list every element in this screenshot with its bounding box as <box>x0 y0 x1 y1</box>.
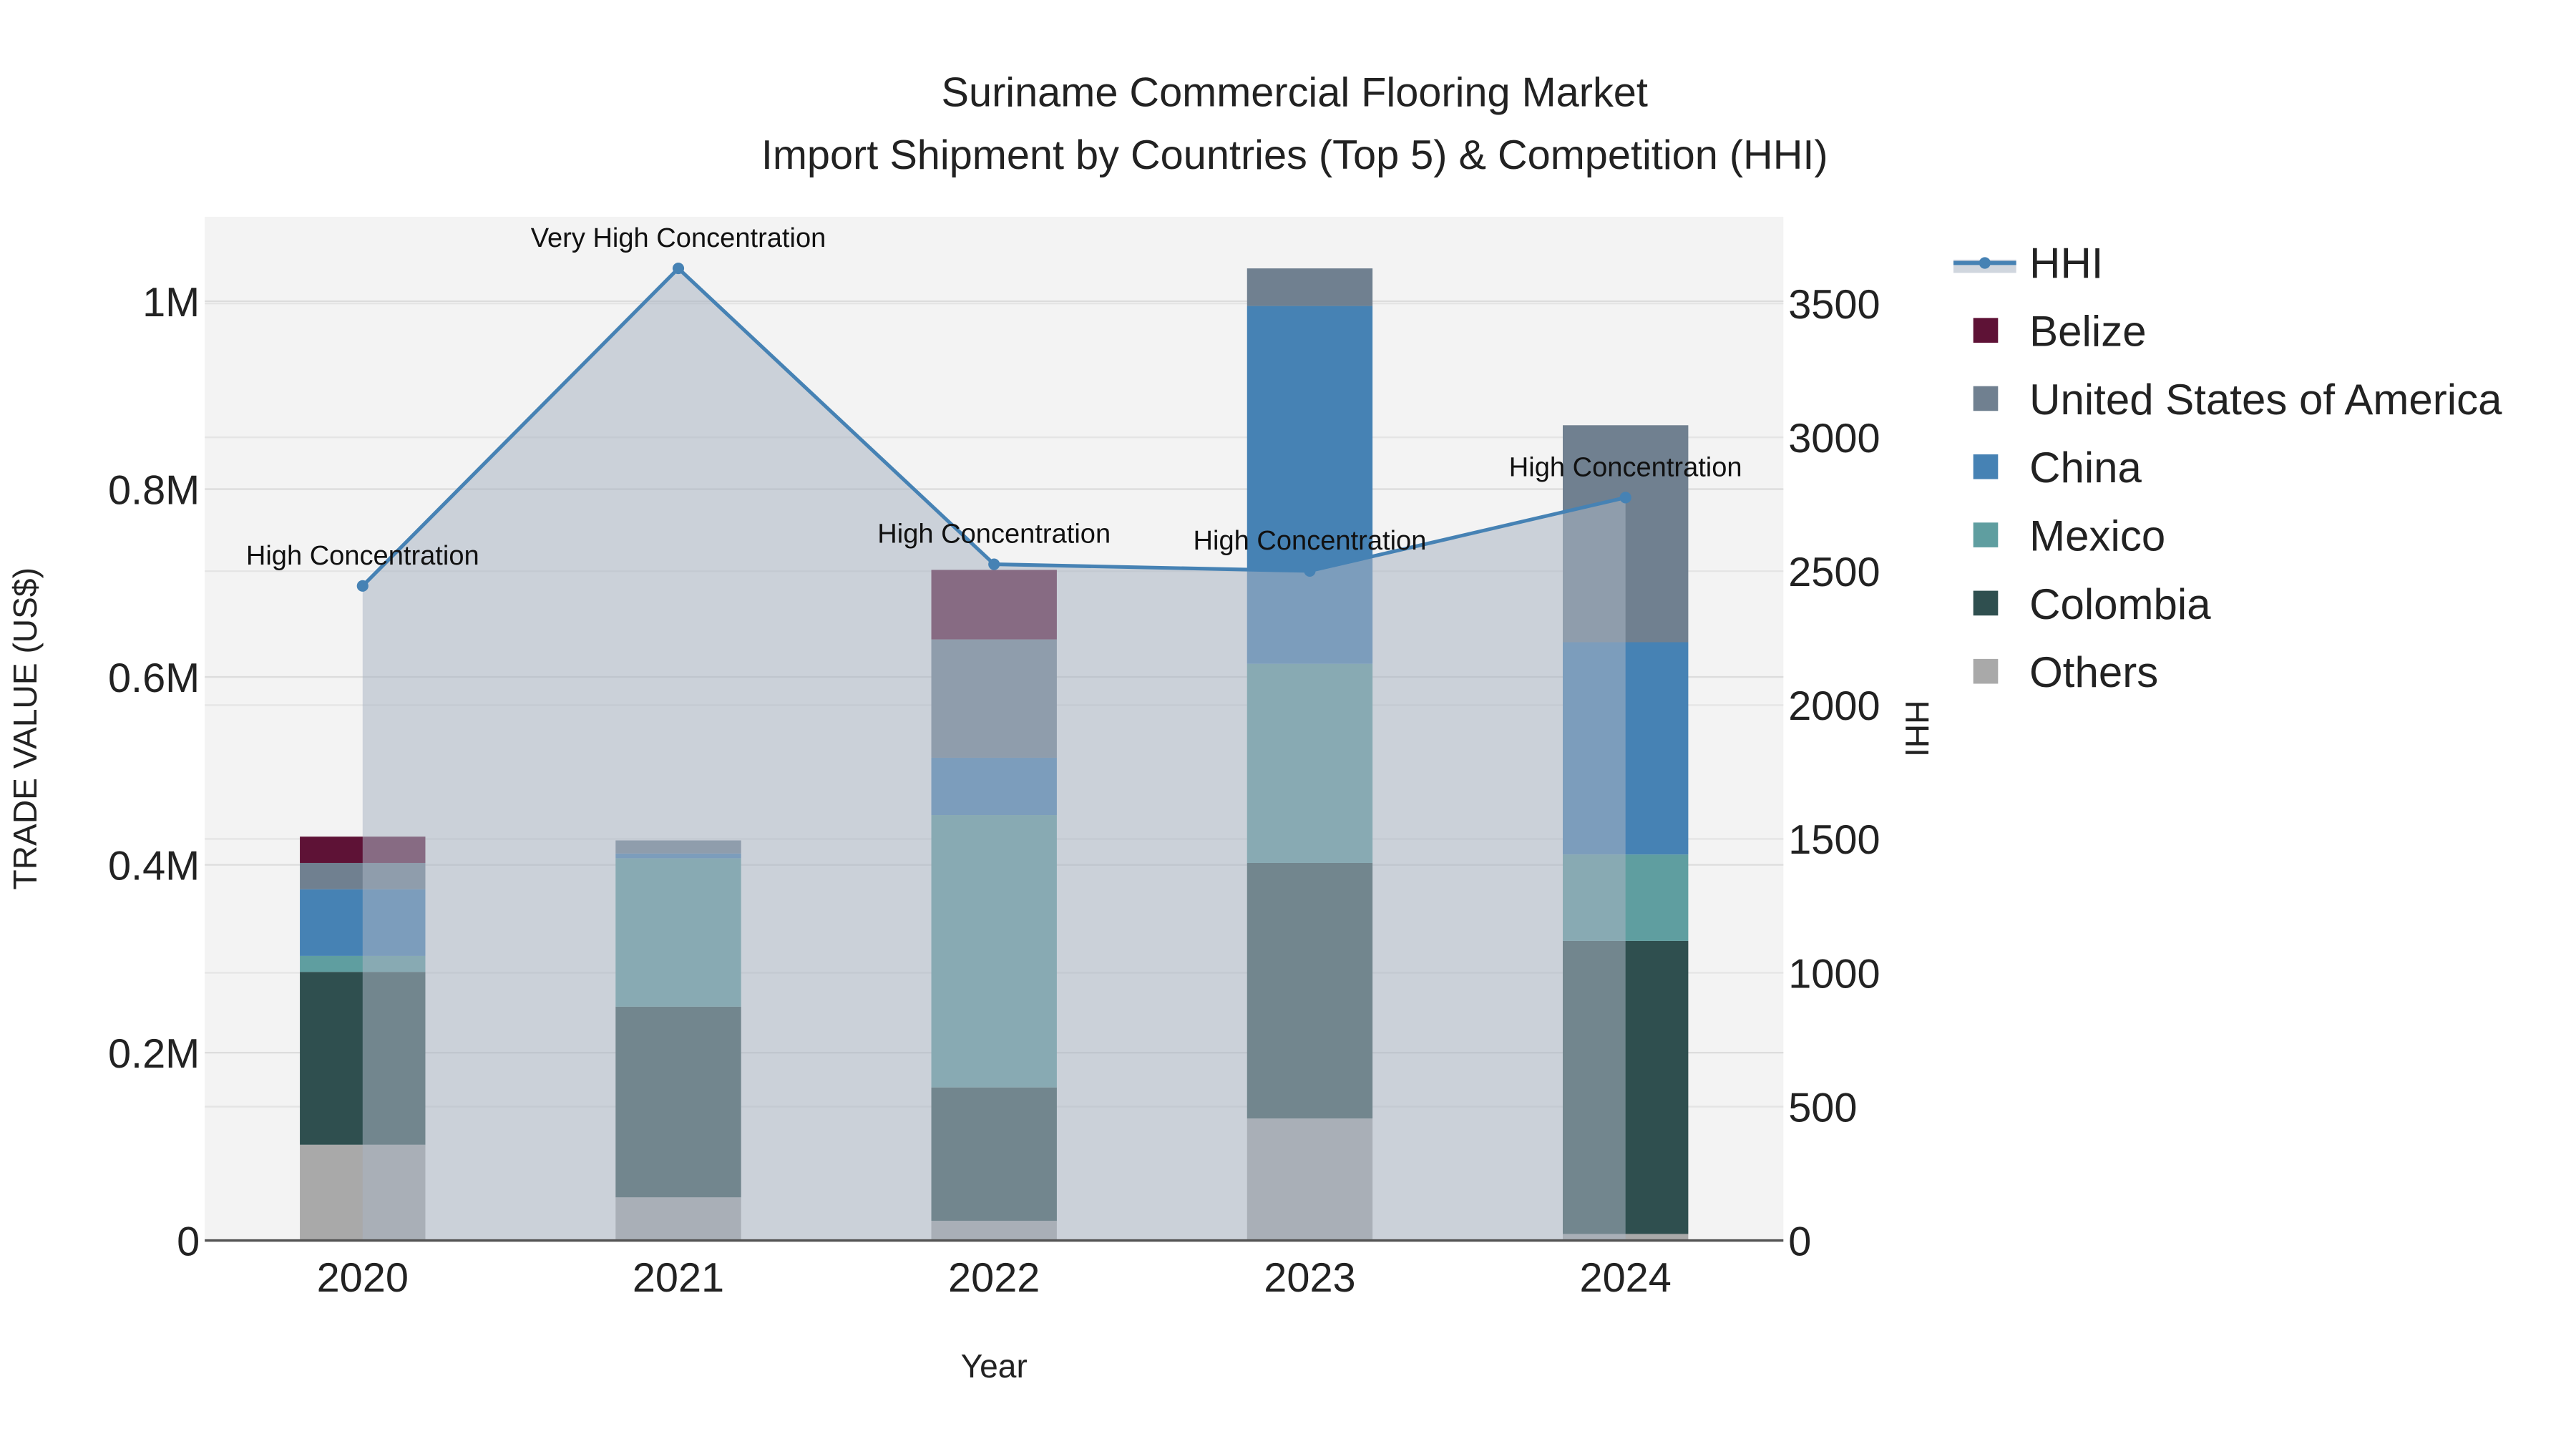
hhi-point <box>1304 565 1316 577</box>
y2-axis-label: HHI <box>1898 701 1936 757</box>
y2-tick-label: 2000 <box>1788 683 1880 729</box>
x-tick-label: 2020 <box>317 1255 409 1301</box>
x-tick-label: 2024 <box>1580 1255 1672 1301</box>
hhi-annotation: High Concentration <box>1509 452 1742 482</box>
legend-item-united-states-of-america[interactable]: United States of America <box>1973 376 2502 424</box>
hhi-point <box>356 580 369 592</box>
y-tick-label: 0.8M <box>108 467 200 513</box>
hhi-annotation: Very High Concentration <box>531 223 826 253</box>
x-tick-label: 2021 <box>633 1255 724 1301</box>
y2-tick-label: 3000 <box>1788 416 1880 462</box>
legend-label: HHI <box>2029 239 2103 287</box>
legend-swatch <box>1973 658 1999 684</box>
legend-swatch <box>1973 318 1999 343</box>
legend-item-hhi[interactable]: HHI <box>1953 239 2103 287</box>
hhi-annotation: High Concentration <box>246 541 479 571</box>
legend-swatch <box>1973 522 1999 547</box>
y-tick-label: 0.2M <box>108 1031 200 1077</box>
legend-swatch <box>1979 257 1991 269</box>
legend-label: United States of America <box>2029 376 2502 424</box>
y-tick-label: 0.6M <box>108 655 200 701</box>
legend-label: Belize <box>2029 308 2146 356</box>
hhi-point <box>988 558 1000 570</box>
y2-tick-label: 500 <box>1788 1085 1857 1131</box>
chart-title: Suriname Commercial Flooring Market <box>942 69 1648 115</box>
hhi-point <box>672 263 685 275</box>
legend-label: Colombia <box>2029 580 2211 628</box>
bar-united-states-of-america <box>1246 268 1373 306</box>
legend-label: Mexico <box>2029 512 2165 560</box>
legend-item-others[interactable]: Others <box>1973 648 2159 696</box>
legend-swatch <box>1973 386 1999 411</box>
y2-tick-label: 0 <box>1788 1219 1811 1264</box>
legend-swatch <box>1973 590 1999 616</box>
legend-swatch <box>1973 454 1999 479</box>
legend-label: Others <box>2029 648 2158 696</box>
y2-tick-label: 1000 <box>1788 951 1880 997</box>
y-tick-label: 1M <box>142 280 200 326</box>
y2-tick-label: 3500 <box>1788 282 1880 328</box>
legend-item-mexico[interactable]: Mexico <box>1973 512 2166 560</box>
chart: Suriname Commercial Flooring Market Impo… <box>6 69 2502 1385</box>
x-tick-label: 2023 <box>1264 1255 1355 1301</box>
y-tick-label: 0.4M <box>108 843 200 889</box>
hhi-annotation: High Concentration <box>877 519 1111 550</box>
x-axis-label: Year <box>961 1347 1028 1385</box>
y2-tick-label: 2500 <box>1788 550 1880 595</box>
legend-item-belize[interactable]: Belize <box>1973 308 2147 356</box>
hhi-point <box>1619 492 1631 504</box>
legend-item-colombia[interactable]: Colombia <box>1973 580 2212 628</box>
y2-tick-label: 1500 <box>1788 817 1880 863</box>
legend-item-china[interactable]: China <box>1973 444 2142 492</box>
y-axis-label: TRADE VALUE (US$) <box>6 567 44 889</box>
chart-subtitle: Import Shipment by Countries (Top 5) & C… <box>761 132 1828 178</box>
legend-label: China <box>2029 444 2142 492</box>
hhi-annotation: High Concentration <box>1194 526 1427 556</box>
y-tick-label: 0 <box>177 1219 200 1264</box>
x-tick-label: 2022 <box>948 1255 1040 1301</box>
